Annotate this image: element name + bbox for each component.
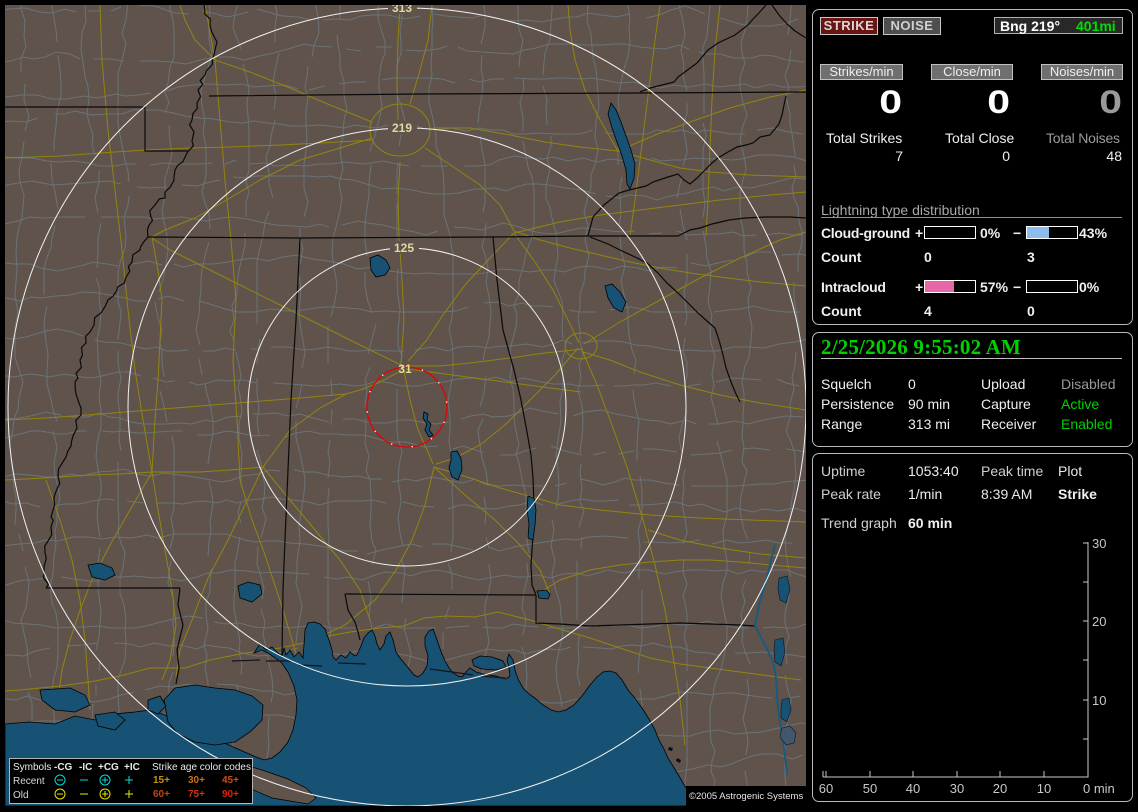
svg-text:20: 20 [993, 781, 1007, 796]
svg-text:40: 40 [906, 781, 920, 796]
svg-text:31: 31 [398, 362, 412, 376]
svg-text:10: 10 [1037, 781, 1051, 796]
svg-text:20: 20 [1092, 614, 1106, 629]
svg-text:30: 30 [950, 781, 964, 796]
svg-text:313: 313 [392, 5, 412, 15]
svg-text:50: 50 [863, 781, 877, 796]
svg-text:30: 30 [1092, 536, 1106, 551]
svg-text:219: 219 [392, 121, 412, 135]
svg-text:0 min: 0 min [1083, 781, 1115, 796]
svg-text:10: 10 [1092, 693, 1106, 708]
svg-text:60: 60 [819, 781, 833, 796]
svg-text:125: 125 [394, 241, 414, 255]
